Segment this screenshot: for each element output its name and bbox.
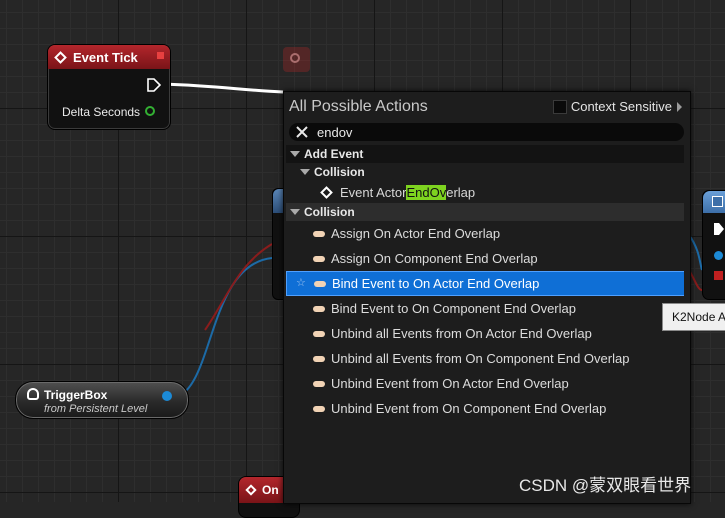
target-pin-icon[interactable] (714, 251, 723, 260)
context-sensitive-toggle[interactable]: Context Sensitive (552, 99, 682, 114)
subcategory-collision[interactable]: Collision (286, 163, 687, 181)
expand-arrow-icon[interactable] (290, 209, 300, 215)
list-item-label: Unbind Event from On Component End Overl… (331, 401, 607, 416)
delegate-pill-icon (313, 230, 325, 237)
watermark: CSDN @蒙双眼看世界 (519, 476, 692, 495)
delegate-pill-icon (313, 355, 325, 362)
actor-icon (27, 388, 39, 400)
event-item-prefix: Event Actor (340, 184, 407, 200)
list-item-label: Assign On Component End Overlap (331, 251, 538, 266)
list-item[interactable]: Unbind all Events from On Actor End Over… (286, 321, 687, 346)
event-item-suffix: erlap (446, 184, 476, 200)
delegate-wire-left (204, 243, 273, 331)
list-item[interactable]: Bind Event to On Component End Overlap (286, 296, 687, 321)
list-item-label: Bind Event to On Component End Overlap (331, 301, 576, 316)
action-menu-title: All Possible Actions (289, 98, 428, 115)
event-tick-node[interactable]: Event Tick Delta Seconds (47, 44, 171, 130)
delegate-pill-icon (313, 405, 325, 412)
expand-arrow-icon[interactable] (300, 169, 310, 175)
list-item-label: Bind Event to On Actor End Overlap (332, 276, 540, 291)
ghost-search-icon (283, 47, 310, 72)
expand-arrow-icon[interactable] (290, 151, 300, 157)
event-diamond-icon (54, 50, 67, 64)
context-sensitive-label: Context Sensitive (570, 99, 672, 114)
subcategory-label: Collision (314, 165, 365, 179)
search-input[interactable] (317, 124, 657, 140)
delegate-pill-icon (313, 380, 325, 387)
search-match-highlight: EndOv (406, 184, 447, 200)
object-wire (169, 257, 273, 399)
tooltip: K2Node A (662, 303, 725, 331)
list-item-label: Unbind all Events from On Component End … (331, 351, 630, 366)
list-item[interactable]: Unbind Event from On Component End Overl… (286, 396, 687, 421)
favorite-star-icon[interactable]: ☆ (296, 276, 306, 289)
object-pin-icon[interactable] (162, 391, 172, 401)
delegate-pill-icon (313, 330, 325, 337)
exec-out-pin-icon[interactable] (147, 78, 161, 92)
list-item-label: Unbind all Events from On Actor End Over… (331, 326, 592, 341)
clear-search-icon[interactable] (293, 123, 311, 141)
tooltip-text: K2Node A (672, 310, 725, 324)
list-item-selected[interactable]: ☆ Bind Event to On Actor End Overlap (286, 271, 687, 296)
event-diamond-icon (320, 185, 333, 199)
list-item-label: Assign On Actor End Overlap (331, 226, 501, 241)
list-item-event-actor-end-overlap[interactable]: Event Actor EndOv erlap (286, 181, 687, 203)
chevron-right-icon[interactable] (677, 101, 682, 112)
action-list: Add Event Collision Event Actor EndOv erla… (286, 145, 687, 421)
list-item[interactable]: Unbind all Events from On Component End … (286, 346, 687, 371)
delta-seconds-pin-icon[interactable] (145, 106, 155, 116)
triggerbox-title: TriggerBox (44, 388, 108, 402)
context-sensitive-checkbox[interactable] (552, 99, 567, 114)
category-collision[interactable]: Collision (286, 203, 687, 221)
action-menu[interactable]: All Possible Actions Context Sensitive A… (283, 91, 691, 504)
function-icon (712, 196, 723, 207)
delta-seconds-label: Delta Seconds (62, 105, 141, 119)
list-item[interactable]: Unbind Event from On Actor End Overlap (286, 371, 687, 396)
list-item[interactable]: Assign On Actor End Overlap (286, 221, 687, 246)
partial-node-right[interactable] (702, 190, 725, 300)
delegate-pin-icon[interactable] (157, 52, 164, 59)
event-diamond-icon (245, 484, 257, 496)
exec-in-pin-icon[interactable] (714, 223, 724, 235)
triggerbox-node[interactable]: TriggerBox from Persistent Level (15, 381, 189, 419)
delegate-pill-icon (313, 305, 325, 312)
event-pin-icon[interactable] (714, 271, 723, 280)
delegate-pill-icon (314, 280, 326, 287)
category-add-event[interactable]: Add Event (286, 145, 687, 163)
category-label: Collision (304, 205, 355, 219)
triggerbox-subtitle: from Persistent Level (44, 403, 148, 415)
category-label: Add Event (304, 147, 364, 161)
bottom-node-title: On (262, 483, 279, 497)
exec-wire (162, 82, 284, 94)
event-tick-header[interactable]: Event Tick (48, 45, 170, 69)
list-item[interactable]: Assign On Component End Overlap (286, 246, 687, 271)
search-bar[interactable] (289, 123, 684, 141)
delegate-pill-icon (313, 255, 325, 262)
list-item-label: Unbind Event from On Actor End Overlap (331, 376, 569, 391)
event-tick-title: Event Tick (73, 49, 138, 65)
